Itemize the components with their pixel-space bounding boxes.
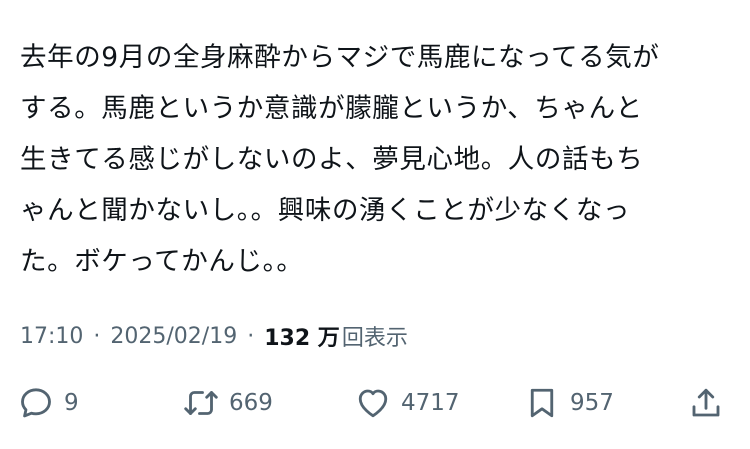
like-button[interactable]: 4717 <box>355 380 460 426</box>
post-time[interactable]: 17:10 <box>20 324 83 349</box>
tweet-text: 去年の9月の全身麻酔からマジで馬鹿になってる気が する。馬鹿というか意識が朦朧と… <box>20 32 740 287</box>
reply-button[interactable]: 9 <box>18 380 79 426</box>
meta-separator: · <box>247 323 255 349</box>
views-count: 132 万 <box>264 326 340 351</box>
share-button[interactable] <box>688 380 724 426</box>
views-label: 回表示 <box>341 326 408 351</box>
tweet-text-line: 生きてる感じがしないのよ、夢見心地。人の話もち <box>20 144 644 175</box>
repost-count: 669 <box>229 390 273 416</box>
bookmark-button[interactable]: 957 <box>524 380 614 426</box>
tweet-text-line: 去年の9月の全身麻酔からマジで馬鹿になってる気が <box>20 42 660 73</box>
repost-icon <box>183 385 219 421</box>
reply-icon <box>18 385 54 421</box>
meta-separator: · <box>93 323 101 349</box>
tweet-metadata: 17:10 · 2025/02/19 · 132 万 回表示 <box>20 320 408 352</box>
bookmark-icon <box>524 385 560 421</box>
tweet-text-line: ゃんと聞かないし。。興味の湧くことが少なくなっ <box>20 195 631 226</box>
repost-button[interactable]: 669 <box>183 380 273 426</box>
post-date[interactable]: 2025/02/19 <box>110 324 237 349</box>
heart-icon <box>355 385 391 421</box>
reply-count: 9 <box>64 390 79 416</box>
tweet-text-line: た。ボケってかんじ。。 <box>20 246 304 277</box>
bookmark-count: 957 <box>570 390 614 416</box>
tweet-text-line: する。馬鹿というか意識が朦朧というか、ちゃんと <box>20 93 643 124</box>
share-icon <box>688 385 724 421</box>
like-count: 4717 <box>401 390 460 416</box>
tweet-actions: 9 669 4717 957 <box>0 380 750 426</box>
